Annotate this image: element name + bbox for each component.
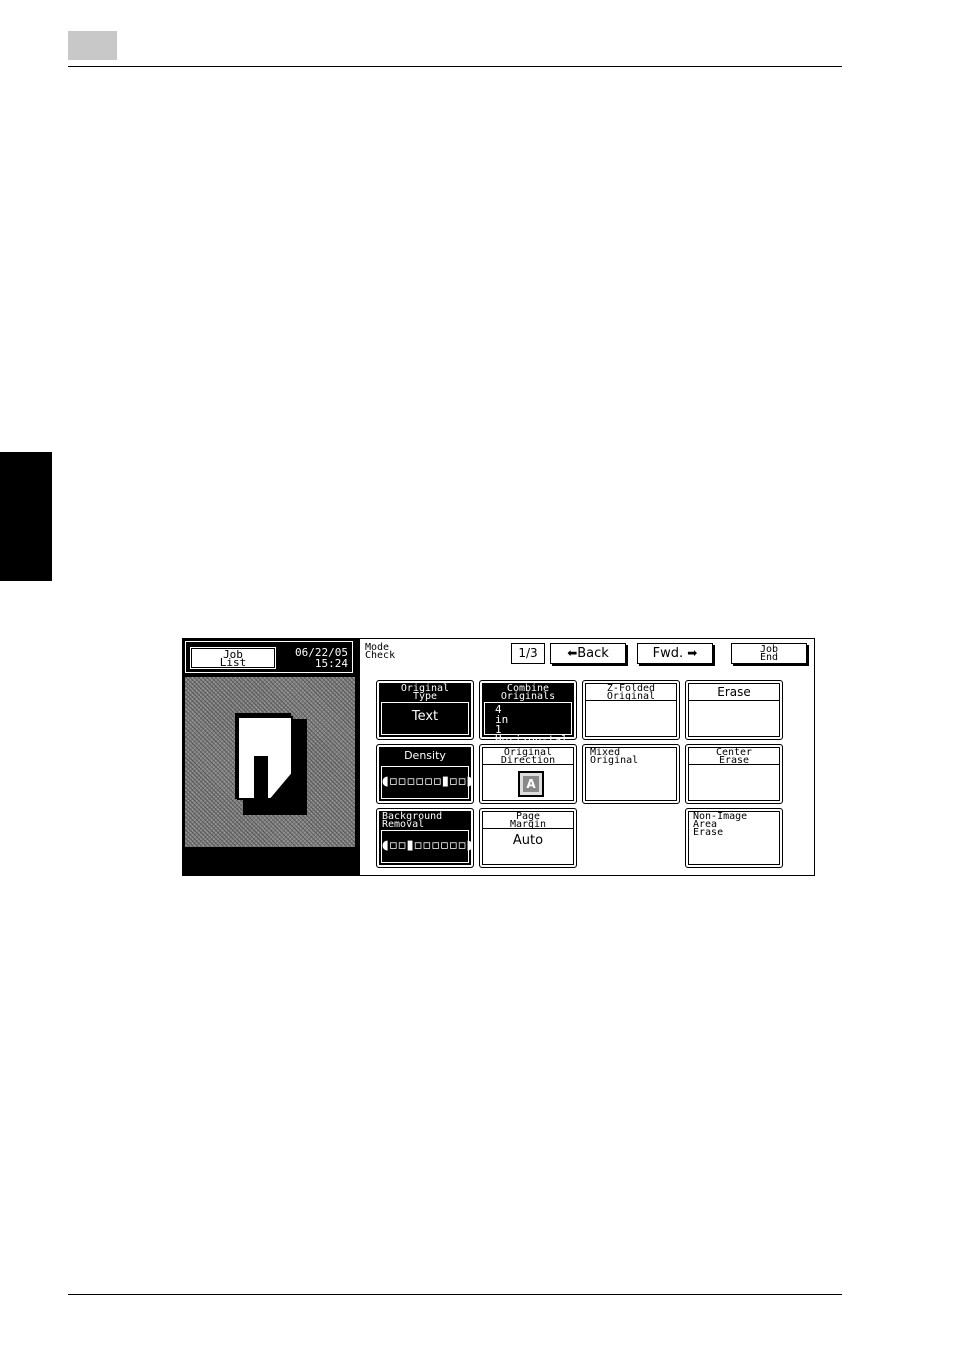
job-list-button[interactable]: Job List [190,647,276,669]
back-label: Back [577,646,609,661]
page-margin-button[interactable]: Page Margin Auto [479,808,577,868]
page-margin-value: Auto [512,833,544,848]
page-number-tab [68,31,117,60]
job-end-button[interactable]: Job End [731,643,807,664]
combine-originals-value: 4 in 1 Horizon-tal [484,702,572,745]
footer-rule [68,1294,842,1295]
arrow-left-icon: ⬅ [567,646,578,660]
non-image-area-erase-button[interactable]: Non-Image Area Erase [685,808,783,868]
letter-a-icon: A [523,776,539,792]
mixed-original-button[interactable]: Mixed Original [582,744,680,804]
original-direction-button[interactable]: Original Direction A [479,744,577,804]
preview-area [185,677,355,847]
arrow-right-icon: ➡ [687,646,698,660]
original-direction-label: Original Direction [483,748,573,766]
back-button[interactable]: ⬅Back [550,643,626,664]
original-type-button[interactable]: Original Type Text [376,680,474,740]
right-panel: Mode Check 1/3 ⬅Back Fwd. ➡ Job End Origin… [358,639,814,875]
background-removal-scale: ◖▫▫▮▫▫▫▫▫▫◗ [381,830,473,863]
density-label: Density [404,749,446,762]
background-removal-label: Background Removal [382,811,443,830]
mode-check-title: Mode Check [365,642,396,661]
background-removal-button[interactable]: Background Removal ◖▫▫▮▫▫▫▫▫▫◗ [376,808,474,868]
z-folded-original-label: Z-Folded Original [586,684,676,702]
page-margin-label: Page Margin [483,812,573,830]
center-erase-button[interactable]: Center Erase [685,744,783,804]
combine-originals-label: Combine Originals [500,683,556,702]
chapter-tab [0,452,52,581]
original-direction-icon: A [518,771,544,797]
center-erase-label: Center Erase [689,748,779,766]
page-preview-icon [235,713,307,815]
non-image-area-erase-label: Non-Image Area Erase [693,811,748,838]
original-type-value: Text [381,702,469,735]
date-time: 06/22/05 15:24 [295,647,348,669]
erase-button[interactable]: Erase [685,680,783,740]
left-panel: Job List 06/22/05 15:24 [183,639,357,875]
density-button[interactable]: Density ◖▫▫▫▫▫▫▮▫▫◗ [376,744,474,804]
status-bar: Job List 06/22/05 15:24 [185,641,353,673]
page-indicator: 1/3 [511,643,545,664]
time-text: 15:24 [314,657,348,670]
mixed-original-label: Mixed Original [590,747,639,766]
header-rule [68,66,842,67]
combine-originals-button[interactable]: Combine Originals 4 in 1 Horizon-tal [479,680,577,745]
control-panel-screen: Job List 06/22/05 15:24 Mode Check 1/3 ⬅Ba… [182,638,815,876]
erase-label: Erase [689,684,779,701]
z-folded-original-button[interactable]: Z-Folded Original [582,680,680,740]
forward-label: Fwd. [652,646,684,661]
original-type-label: Original Type [400,683,450,702]
forward-button[interactable]: Fwd. ➡ [637,643,713,664]
density-scale: ◖▫▫▫▫▫▫▮▫▫◗ [381,766,473,799]
